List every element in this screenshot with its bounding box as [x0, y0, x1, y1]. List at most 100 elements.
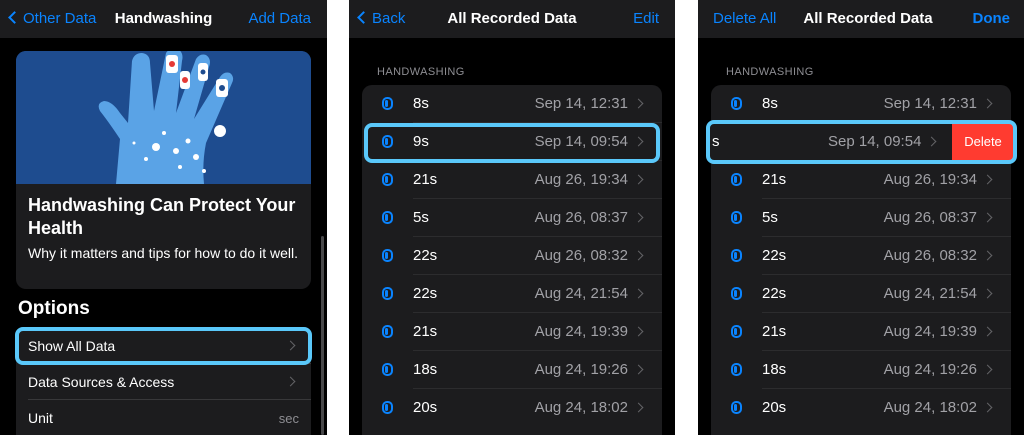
swiped-record-row[interactable]: s Sep 14, 09:54 Delete: [709, 122, 1014, 162]
chevron-right-icon: [633, 288, 644, 299]
handwashing-icon: [731, 173, 742, 186]
record-duration: 20s: [762, 399, 787, 416]
back-label: Other Data: [23, 10, 97, 27]
record-row[interactable]: 21s Aug 26, 19:34: [711, 161, 1011, 199]
record-row[interactable]: 22s Aug 26, 08:32: [362, 237, 662, 275]
record-date: Aug 24, 19:26: [534, 361, 628, 378]
chevron-right-icon: [633, 364, 644, 375]
record-date: Aug 26, 08:37: [534, 209, 628, 226]
chevron-right-icon: [633, 98, 644, 109]
record-date: Aug 24, 19:26: [883, 361, 977, 378]
unit-value: sec: [278, 411, 299, 426]
handwashing-icon: [731, 401, 742, 414]
record-row[interactable]: 20s Aug 24, 18:02: [362, 389, 662, 427]
back-button[interactable]: Other Data: [8, 10, 97, 28]
record-row[interactable]: 22s Aug 24, 21:54: [362, 275, 662, 313]
records-list: 8s Sep 14, 12:31 9s Sep 14, 09:54 21s Aug 26,…: [362, 85, 662, 435]
add-data-button[interactable]: Add Data: [248, 10, 311, 28]
chevron-left-icon: [357, 11, 370, 24]
chevron-right-icon: [633, 212, 644, 223]
handwashing-icon: [382, 325, 393, 338]
record-date: Aug 24, 18:02: [883, 399, 977, 416]
record-row[interactable]: 5s Aug 26, 08:37: [362, 199, 662, 237]
handwashing-icon: [731, 249, 742, 262]
record-duration: s: [712, 133, 720, 150]
handwashing-icon: [382, 287, 393, 300]
chevron-right-icon: [926, 136, 937, 147]
section-header: HANDWASHING: [377, 66, 465, 78]
handwashing-icon: [731, 97, 742, 110]
record-row[interactable]: 9s Sep 14, 09:54: [362, 123, 662, 161]
chevron-right-icon: [633, 402, 644, 413]
record-date: Sep 14, 12:31: [883, 95, 977, 112]
article-title: Handwashing Can Protect Your Health: [28, 195, 296, 238]
option-label: Show All Data: [28, 338, 116, 354]
edit-button[interactable]: Edit: [633, 10, 659, 28]
delete-button[interactable]: Delete: [952, 122, 1014, 162]
record-duration: 18s: [762, 361, 787, 378]
scroll-indicator[interactable]: [321, 236, 324, 435]
chevron-right-icon: [633, 136, 644, 147]
record-date: Aug 24, 19:39: [534, 323, 628, 340]
option-label: Unit: [28, 410, 53, 426]
nav-bar: Delete All All Recorded Data Done: [698, 0, 1024, 38]
record-row[interactable]: 22s Aug 24, 21:54: [711, 275, 1011, 313]
handwashing-icon: [382, 249, 393, 262]
handwashing-icon: [382, 363, 393, 376]
chevron-right-icon: [285, 340, 296, 351]
record-date: Aug 24, 21:54: [883, 285, 977, 302]
handwashing-icon: [731, 287, 742, 300]
handwashing-screen: Other Data Handwashing Add Data Handwash…: [0, 0, 327, 435]
record-date: Aug 26, 19:34: [534, 171, 628, 188]
record-duration: 5s: [762, 209, 778, 226]
chevron-right-icon: [982, 98, 993, 109]
nav-bar: Other Data Handwashing Add Data: [0, 0, 327, 38]
done-button[interactable]: Done: [973, 10, 1011, 28]
record-date: Aug 26, 19:34: [883, 171, 977, 188]
record-row[interactable]: 21s Aug 26, 19:34: [362, 161, 662, 199]
chevron-right-icon: [982, 402, 993, 413]
record-row[interactable]: 21s Aug 24, 19:39: [711, 313, 1011, 351]
record-duration: 9s: [413, 133, 429, 150]
record-duration: 5s: [413, 209, 429, 226]
back-button[interactable]: Back: [357, 10, 406, 28]
chevron-right-icon: [633, 250, 644, 261]
handwashing-icon: [382, 401, 393, 414]
data-sources-row[interactable]: Data Sources & Access: [16, 364, 311, 399]
show-all-data-row[interactable]: Show All Data: [16, 328, 311, 363]
article-subtitle: Why it matters and tips for how to do it…: [28, 245, 298, 261]
section-header: HANDWASHING: [726, 66, 814, 78]
chevron-right-icon: [982, 250, 993, 261]
options-heading: Options: [18, 298, 90, 319]
record-date: Aug 24, 18:02: [534, 399, 628, 416]
options-list: Show All Data Data Sources & Access Unit…: [16, 328, 311, 435]
chevron-right-icon: [982, 174, 993, 185]
record-row[interactable]: 20s Aug 24, 18:02: [711, 389, 1011, 427]
record-date: Sep 14, 12:31: [534, 95, 628, 112]
record-row[interactable]: 8s Sep 14, 12:31: [711, 85, 1011, 123]
record-duration: 22s: [413, 247, 438, 264]
article-card[interactable]: Handwashing Can Protect Your Health Why …: [16, 51, 311, 289]
record-row[interactable]: 18s Aug 24, 19:26: [711, 351, 1011, 389]
record-date: Aug 24, 21:54: [534, 285, 628, 302]
record-row[interactable]: 21s Aug 24, 19:39: [362, 313, 662, 351]
all-recorded-data-screen: Back All Recorded Data Edit HANDWASHING …: [349, 0, 675, 435]
back-label: Back: [372, 10, 406, 27]
chevron-right-icon: [982, 326, 993, 337]
option-label: Data Sources & Access: [28, 374, 175, 390]
chevron-left-icon: [8, 11, 21, 24]
record-duration: 21s: [413, 323, 438, 340]
record-row[interactable]: 5s Aug 26, 08:37: [711, 199, 1011, 237]
record-row[interactable]: 22s Aug 26, 08:32: [711, 237, 1011, 275]
record-date: Aug 26, 08:32: [534, 247, 628, 264]
handwashing-icon: [382, 135, 393, 148]
delete-all-button[interactable]: Delete All: [713, 10, 776, 28]
handwashing-icon: [382, 211, 393, 224]
unit-row[interactable]: Unit sec: [16, 400, 311, 435]
handwashing-icon: [731, 363, 742, 376]
record-date: Aug 26, 08:37: [883, 209, 977, 226]
record-row[interactable]: 8s Sep 14, 12:31: [362, 85, 662, 123]
record-date: Sep 14, 09:54: [534, 133, 628, 150]
record-row[interactable]: 18s Aug 24, 19:26: [362, 351, 662, 389]
chevron-right-icon: [982, 364, 993, 375]
